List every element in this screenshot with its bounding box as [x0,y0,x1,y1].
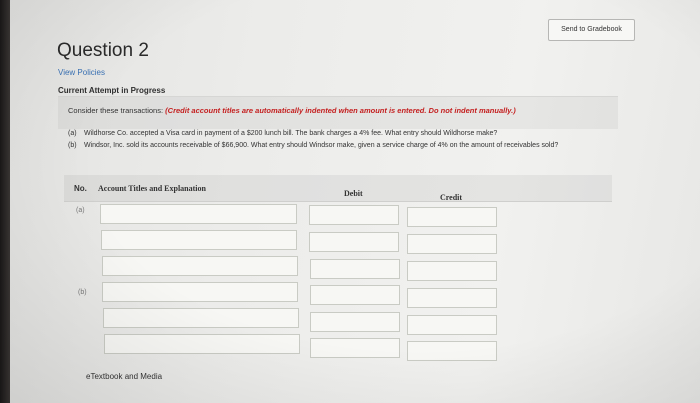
prompt-instruction-note: (Credit account titles are automatically… [165,106,516,115]
transaction-a-text: Wildhorse Co. accepted a Visa card in pa… [83,130,498,137]
row-label-a: (a) [76,207,85,214]
question-prompt: Consider these transactions: (Credit acc… [68,106,516,115]
account-title-input-a1[interactable] [100,204,297,224]
account-title-input-a3[interactable] [102,256,298,276]
question-title: Question 2 [57,40,149,61]
column-header-no: No. [74,184,87,193]
credit-input-b2[interactable] [407,315,497,335]
transaction-a: (a) Wildhorse Co. accepted a Visa card i… [68,130,497,137]
transaction-b-tag: (b) [68,142,77,149]
prompt-lead: Consider these transactions: [68,106,164,115]
screen-bezel [0,0,10,403]
debit-input-a3[interactable] [310,259,400,279]
debit-input-b1[interactable] [310,285,400,305]
journal-entry-table: No. Account Titles and Explanation Debit… [64,175,612,365]
attempt-status: Current Attempt in Progress [58,86,166,95]
column-header-credit: Credit [440,193,463,202]
debit-input-b2[interactable] [310,312,400,332]
transaction-b-text: Windsor, Inc. sold its accounts receivab… [83,142,559,149]
send-to-gradebook-button[interactable]: Send to Gradebook [548,19,635,41]
debit-input-a2[interactable] [309,232,399,252]
transaction-b: (b) Windsor, Inc. sold its accounts rece… [68,142,558,149]
account-title-input-b3[interactable] [104,334,300,354]
account-title-input-b2[interactable] [103,308,299,328]
view-policies-link[interactable]: View Policies [58,68,105,77]
etextbook-and-media-link[interactable]: eTextbook and Media [86,372,162,381]
column-header-debit: Debit [344,189,363,198]
credit-input-b1[interactable] [407,288,497,308]
credit-input-a2[interactable] [407,234,497,254]
row-label-b: (b) [78,289,87,296]
credit-input-a1[interactable] [407,207,497,227]
transaction-a-tag: (a) [68,130,77,137]
credit-input-a3[interactable] [407,261,497,281]
credit-input-b3[interactable] [407,341,497,361]
account-title-input-b1[interactable] [102,282,298,302]
account-title-input-a2[interactable] [101,230,297,250]
screen: Send to Gradebook Question 2 View Polici… [0,0,700,403]
debit-input-a1[interactable] [309,205,399,225]
column-header-account-titles: Account Titles and Explanation [98,184,206,193]
debit-input-b3[interactable] [310,338,400,358]
